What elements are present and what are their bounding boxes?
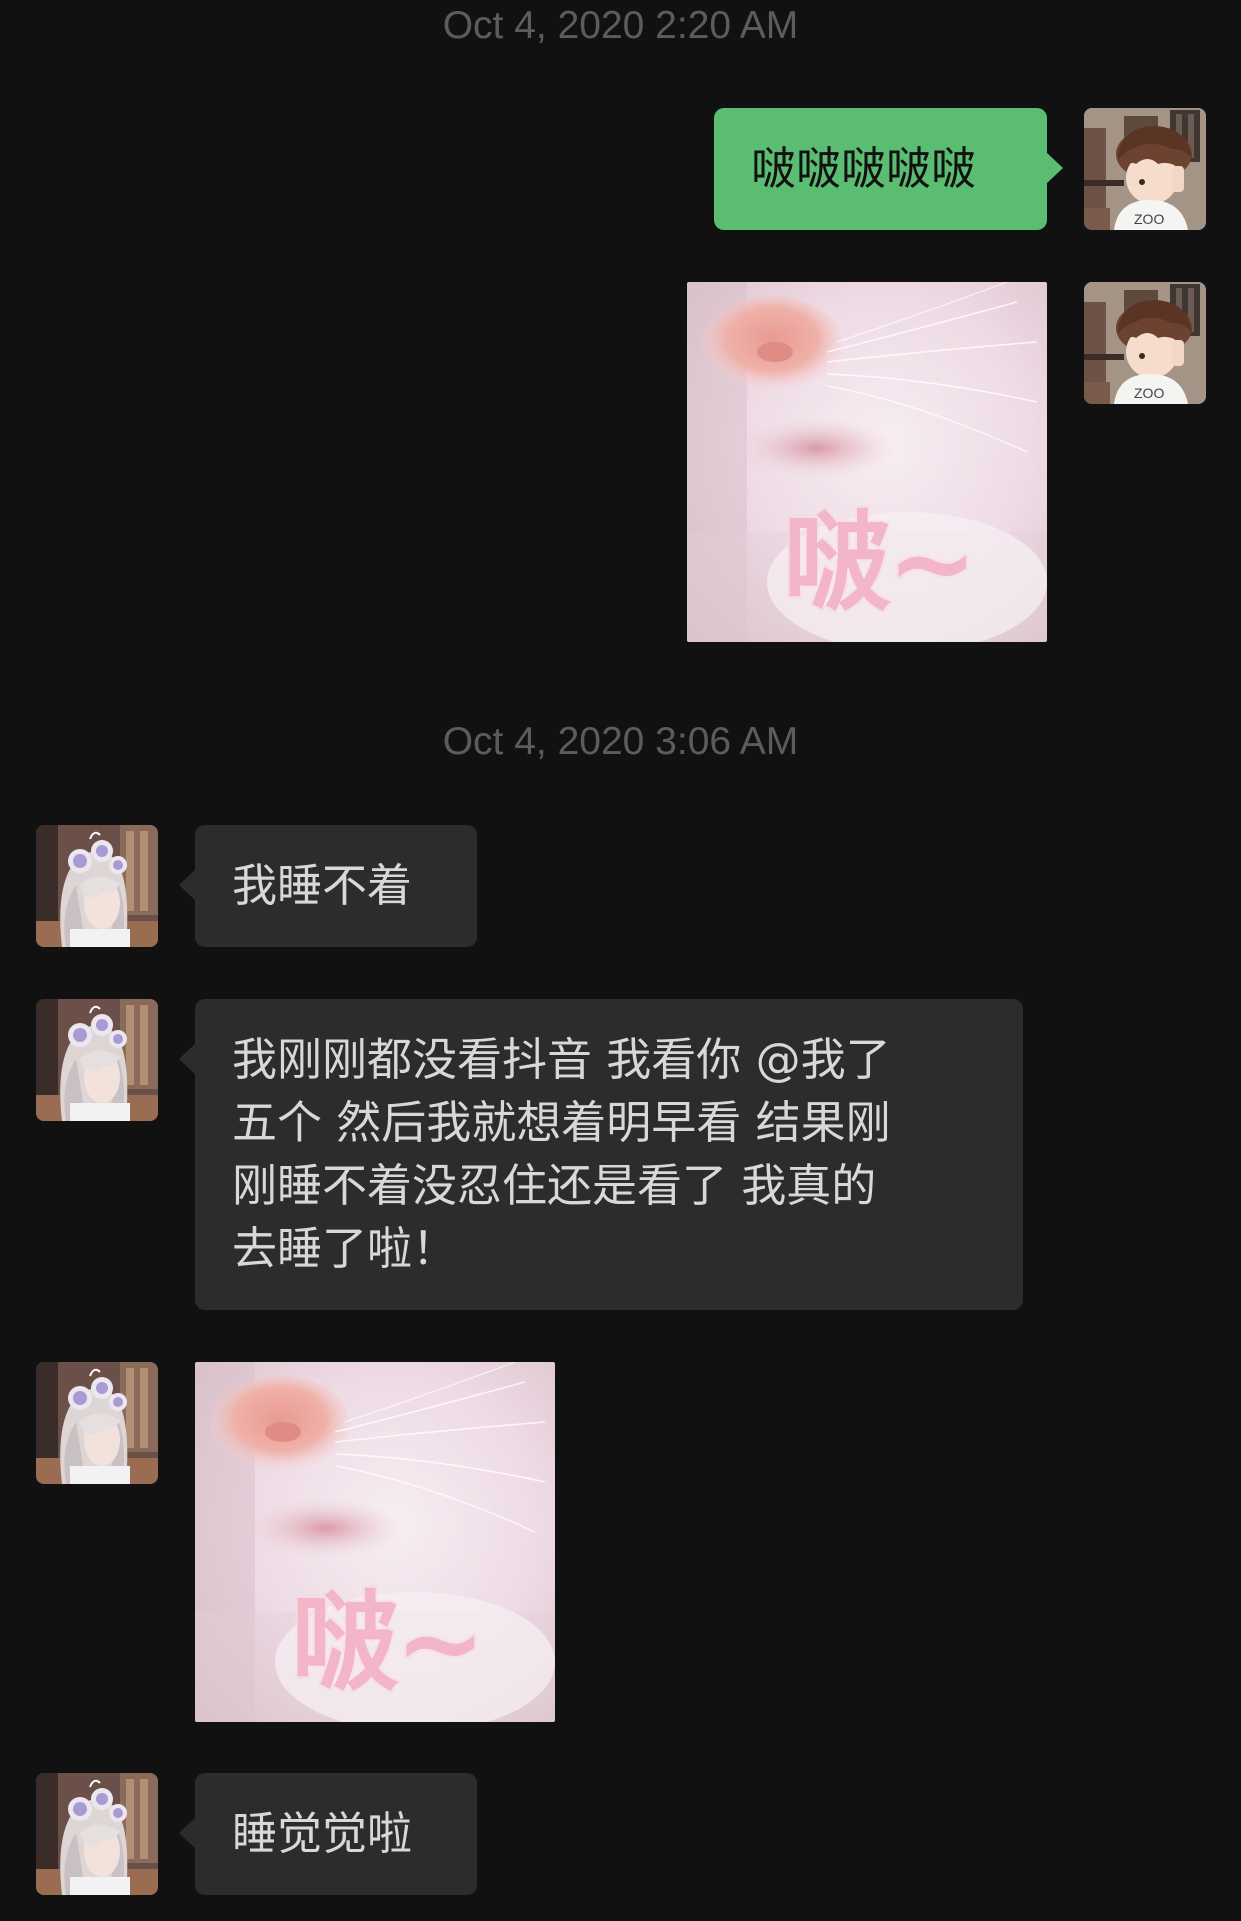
sticker-caption: 啵~: [291, 1581, 485, 1706]
girl-anime-avatar-icon: [36, 999, 158, 1121]
message-text: 睡觉觉啦: [232, 1807, 413, 1860]
outgoing-sticker[interactable]: 啵~: [687, 282, 1047, 642]
contact-avatar[interactable]: [36, 999, 158, 1121]
sticker-caption: 啵~: [783, 501, 977, 626]
girl-anime-avatar-icon: [36, 825, 158, 947]
bubble-tail: [179, 1817, 196, 1849]
boy-anime-avatar-icon: [1084, 108, 1206, 230]
girl-anime-avatar-icon: [36, 1773, 158, 1895]
message-text: 我刚刚都没看抖音 我看你 @我了 五个 然后我就想着明早看 结果刚 刚睡不着没忍…: [232, 1033, 891, 1275]
incoming-message-bubble[interactable]: 我睡不着: [179, 825, 477, 947]
incoming-sticker[interactable]: 啵~: [195, 1362, 555, 1722]
contact-avatar[interactable]: [36, 1362, 158, 1484]
bubble-tail: [179, 1043, 196, 1075]
girl-anime-avatar-icon: [36, 1362, 158, 1484]
timestamp-divider: Oct 4, 2020 2:20 AM: [442, 4, 799, 47]
bubble-tail: [179, 869, 196, 901]
timestamp-divider: Oct 4, 2020 3:06 AM: [442, 720, 799, 763]
message-text: 我睡不着: [232, 859, 413, 912]
contact-avatar[interactable]: [36, 825, 158, 947]
my-avatar[interactable]: [1084, 282, 1206, 404]
incoming-message-bubble[interactable]: 我刚刚都没看抖音 我看你 @我了 五个 然后我就想着明早看 结果刚 刚睡不着没忍…: [179, 999, 1023, 1310]
bubble-tail: [1046, 152, 1063, 184]
incoming-message-bubble[interactable]: 睡觉觉啦: [179, 1773, 477, 1895]
message-text: 啵啵啵啵啵: [751, 142, 977, 195]
my-avatar[interactable]: [1084, 108, 1206, 230]
boy-anime-avatar-icon: [1084, 282, 1206, 404]
contact-avatar[interactable]: [36, 1773, 158, 1895]
outgoing-message-bubble[interactable]: 啵啵啵啵啵: [714, 108, 1063, 230]
